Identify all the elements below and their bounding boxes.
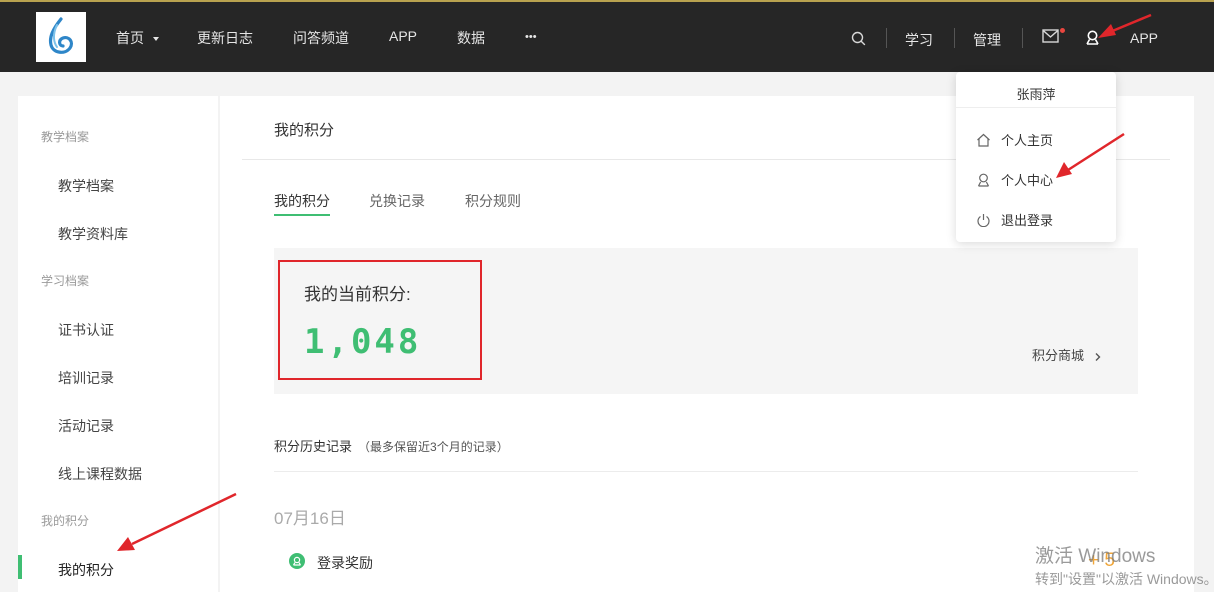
- sidebar-item-certificates[interactable]: 证书认证: [58, 320, 114, 340]
- history-title: 积分历史记录: [274, 439, 353, 454]
- reward-user-icon: [289, 553, 305, 569]
- history-note: （最多保留近3个月的记录）: [358, 440, 509, 454]
- nav-manage[interactable]: 管理: [973, 30, 1001, 50]
- history-record-label: 登录奖励: [317, 555, 373, 571]
- nav-home[interactable]: 首页: [116, 28, 161, 48]
- active-tab-underline: [274, 214, 330, 216]
- nav-more[interactable]: •••: [525, 31, 537, 43]
- divider: [274, 471, 1138, 472]
- menu-item-profile[interactable]: 个人主页: [976, 130, 1053, 149]
- menu-item-personal-center[interactable]: 个人中心: [976, 170, 1053, 189]
- tab-exchange-records[interactable]: 兑换记录: [369, 191, 425, 211]
- sidebar: 教学档案 教学档案 教学资料库 学习档案 证书认证 培训记录 活动记录 线上课程…: [18, 96, 218, 592]
- sidebar-group-title: 学习档案: [41, 274, 90, 288]
- points-shop-link[interactable]: 积分商城: [1032, 345, 1102, 364]
- annotation-highlight-box: [278, 260, 482, 380]
- search-icon[interactable]: [851, 31, 866, 51]
- top-navbar: 首页 更新日志 问答频道 APP 数据 ••• 学习 管理 APP: [0, 0, 1214, 72]
- power-icon: [977, 213, 990, 227]
- user-dropdown-menu: 张雨萍 个人主页 个人中心 退出登录: [956, 72, 1116, 242]
- nav-qa[interactable]: 问答频道: [293, 28, 349, 48]
- divider: [956, 107, 1116, 108]
- nav-divider: [954, 28, 955, 48]
- nav-app-right[interactable]: APP: [1130, 30, 1158, 46]
- mail-icon[interactable]: [1042, 29, 1059, 48]
- sidebar-item-online-courses[interactable]: 线上课程数据: [58, 464, 142, 484]
- logo-icon[interactable]: [36, 12, 86, 62]
- nav-changelog[interactable]: 更新日志: [197, 28, 253, 48]
- watermark-line2: 转到"设置"以激活 Windows。: [1035, 571, 1214, 587]
- chevron-right-icon: [1095, 352, 1101, 361]
- tab-my-points[interactable]: 我的积分: [274, 191, 330, 211]
- sidebar-group-title: 我的积分: [41, 514, 90, 528]
- sidebar-item-my-points[interactable]: 我的积分: [58, 560, 114, 580]
- nav-learn[interactable]: 学习: [905, 30, 933, 50]
- menu-item-label: 退出登录: [1001, 213, 1054, 228]
- watermark-line1: 激活 Windows: [1035, 546, 1156, 567]
- points-summary: 我的当前积分: 1,048 积分商城: [274, 248, 1138, 394]
- notification-dot: [1060, 28, 1065, 33]
- nav-app[interactable]: APP: [389, 28, 417, 44]
- menu-item-logout[interactable]: 退出登录: [976, 210, 1053, 229]
- points-shop-label: 积分商城: [1032, 348, 1085, 363]
- active-indicator: [18, 555, 22, 579]
- history-date: 07月16日: [274, 509, 346, 528]
- nav-home-label: 首页: [116, 30, 144, 46]
- menu-item-label: 个人主页: [1001, 133, 1054, 148]
- sidebar-group-title: 教学档案: [41, 130, 90, 144]
- sidebar-item-training[interactable]: 培训记录: [58, 368, 114, 388]
- history-section-title: 积分历史记录 （最多保留近3个月的记录）: [274, 436, 509, 455]
- menu-item-label: 个人中心: [1001, 173, 1054, 188]
- nav-divider: [886, 28, 887, 48]
- home-icon: [977, 133, 990, 147]
- user-icon: [977, 173, 990, 187]
- tab-points-rules[interactable]: 积分规则: [465, 191, 521, 211]
- page-title: 我的积分: [274, 122, 335, 139]
- sidebar-item-teaching-library[interactable]: 教学资料库: [58, 224, 128, 244]
- windows-activation-watermark: 激活 Windows 转到"设置"以激活 Windows。: [1035, 541, 1214, 589]
- nav-data[interactable]: 数据: [457, 28, 485, 48]
- nav-divider: [1022, 28, 1023, 48]
- sidebar-item-teaching-archive[interactable]: 教学档案: [58, 176, 114, 196]
- dropdown-username: 张雨萍: [1016, 87, 1056, 102]
- chevron-down-icon: [152, 37, 159, 42]
- sidebar-item-activities[interactable]: 活动记录: [58, 416, 114, 436]
- user-icon[interactable]: [1085, 30, 1100, 50]
